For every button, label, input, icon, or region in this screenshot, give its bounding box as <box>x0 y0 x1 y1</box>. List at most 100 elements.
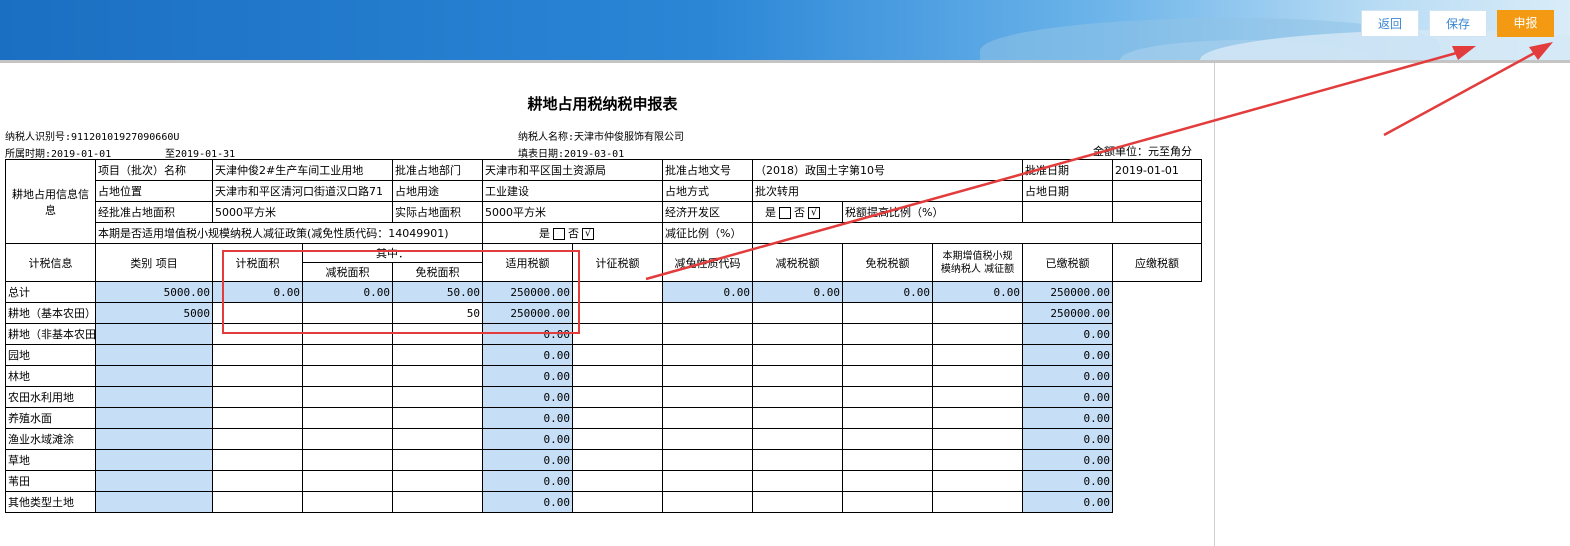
code-field[interactable] <box>572 386 663 408</box>
taxable-area-field[interactable] <box>95 491 213 513</box>
small-scale-cell <box>842 449 933 471</box>
taxable-area-field[interactable] <box>95 323 213 345</box>
actual-area-field[interactable]: 5000平方米 <box>482 201 663 223</box>
small-scale-cell <box>842 344 933 366</box>
reduced-area-field[interactable] <box>212 449 303 471</box>
rate-field[interactable] <box>392 470 483 492</box>
category-cell: 养殖水面 <box>5 407 96 429</box>
reduced-area-field[interactable] <box>212 491 303 513</box>
reduced-tax-cell <box>662 302 753 324</box>
taxable-area-field[interactable] <box>95 470 213 492</box>
reduced-area-field[interactable] <box>212 302 303 324</box>
submit-button[interactable]: 申报 <box>1497 10 1554 37</box>
exempt-tax-cell <box>752 470 843 492</box>
code-field[interactable] <box>572 470 663 492</box>
code-field[interactable] <box>572 281 663 303</box>
reduced-area-field[interactable] <box>212 470 303 492</box>
exempt-area-field[interactable] <box>302 470 393 492</box>
taxable-area-field[interactable] <box>95 449 213 471</box>
econ-zone-label: 经济开发区 <box>662 201 753 223</box>
small-scale-cell <box>842 386 933 408</box>
ratio-field[interactable] <box>1022 201 1113 223</box>
rate-field[interactable] <box>392 428 483 450</box>
taxable-area-field[interactable]: 5000.00 <box>95 281 213 303</box>
exempt-tax-cell <box>752 407 843 429</box>
back-button[interactable]: 返回 <box>1361 10 1419 37</box>
approval-date-field[interactable]: 2019-01-01 <box>1112 159 1202 181</box>
table-row: 农田水利用地 0.00 0.00 <box>5 386 1202 408</box>
no-checkbox-checked[interactable]: √ <box>582 228 594 240</box>
due-header: 应缴税额 <box>1112 243 1202 282</box>
code-field[interactable] <box>572 365 663 387</box>
taxable-area-field[interactable] <box>95 386 213 408</box>
approved-area-field[interactable]: 5000平方米 <box>212 201 393 223</box>
reduced-tax-cell <box>662 386 753 408</box>
yes-checkbox[interactable] <box>553 228 565 240</box>
code-field[interactable] <box>572 407 663 429</box>
occupy-date-field[interactable] <box>1112 180 1202 202</box>
yes-checkbox[interactable] <box>779 207 791 219</box>
reduced-area-field[interactable]: 0.00 <box>212 281 303 303</box>
rate-field[interactable] <box>392 449 483 471</box>
exempt-area-field[interactable] <box>302 302 393 324</box>
rate-field[interactable] <box>392 491 483 513</box>
rate-field[interactable] <box>392 386 483 408</box>
reduced-area-field[interactable] <box>212 386 303 408</box>
taxable-area-field[interactable] <box>95 365 213 387</box>
rate-field[interactable] <box>392 365 483 387</box>
project-name-field[interactable]: 天津仲俊2#生产车间工业用地 <box>212 159 393 181</box>
method-field[interactable]: 批次转用 <box>752 180 1023 202</box>
rate-field[interactable] <box>392 344 483 366</box>
due-cell: 0.00 <box>1022 407 1113 429</box>
levy-cell: 0.00 <box>482 323 573 345</box>
code-field[interactable] <box>572 323 663 345</box>
exempt-tax-cell <box>752 428 843 450</box>
code-field[interactable] <box>572 428 663 450</box>
code-field[interactable] <box>572 302 663 324</box>
exempt-area-field[interactable] <box>302 323 393 345</box>
reduced-area-field[interactable] <box>212 407 303 429</box>
due-cell: 0.00 <box>1022 491 1113 513</box>
exempt-tax-cell <box>752 491 843 513</box>
rate-field[interactable]: 50 <box>392 302 483 324</box>
rate-field[interactable] <box>392 323 483 345</box>
code-field[interactable] <box>572 344 663 366</box>
rate-field[interactable] <box>392 407 483 429</box>
reduced-area-field[interactable] <box>212 323 303 345</box>
reduce-ratio-field[interactable] <box>752 222 1202 244</box>
save-button[interactable]: 保存 <box>1429 10 1487 37</box>
rate-field[interactable]: 50.00 <box>392 281 483 303</box>
exempt-area-field[interactable] <box>302 407 393 429</box>
taxable-area-field[interactable]: 5000 <box>95 302 213 324</box>
no-label: 否 <box>568 227 579 240</box>
reduced-area-header: 减税面积 <box>302 262 393 282</box>
yes-label: 是 <box>539 227 550 240</box>
reduced-area-field[interactable] <box>212 365 303 387</box>
exempt-area-field[interactable] <box>302 344 393 366</box>
exempt-area-field[interactable] <box>302 386 393 408</box>
code-field[interactable] <box>572 449 663 471</box>
use-field[interactable]: 工业建设 <box>482 180 663 202</box>
approval-doc-field[interactable]: （2018）政国土字第10号 <box>752 159 1023 181</box>
reduced-area-field[interactable] <box>212 344 303 366</box>
approval-date-label: 批准日期 <box>1022 159 1113 181</box>
reduced-area-field[interactable] <box>212 428 303 450</box>
exempt-area-field[interactable] <box>302 365 393 387</box>
header-divider <box>0 60 1570 63</box>
taxable-area-field[interactable] <box>95 407 213 429</box>
taxable-area-field[interactable] <box>95 344 213 366</box>
taxable-area-field[interactable] <box>95 428 213 450</box>
exempt-area-field[interactable]: 0.00 <box>302 281 393 303</box>
paid-cell <box>932 449 1023 471</box>
exempt-area-field[interactable] <box>302 491 393 513</box>
code-field[interactable] <box>572 491 663 513</box>
exempt-area-field[interactable] <box>302 449 393 471</box>
approval-dept-field[interactable]: 天津市和平区国土资源局 <box>482 159 663 181</box>
exempt-tax-cell <box>752 323 843 345</box>
exempt-area-field[interactable] <box>302 428 393 450</box>
no-checkbox-checked[interactable]: √ <box>808 207 820 219</box>
reduced-tax-header: 减税税额 <box>752 243 843 282</box>
reduced-tax-cell <box>662 344 753 366</box>
location-field[interactable]: 天津市和平区清河口街道汉口路71 <box>212 180 393 202</box>
reduce-ratio-label: 减征比例（%） <box>662 222 753 244</box>
